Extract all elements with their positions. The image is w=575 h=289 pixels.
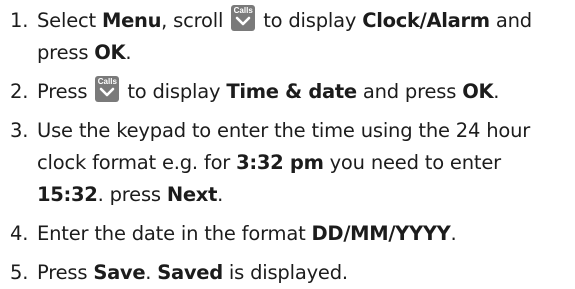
instruction-steps: 1. Select Menu, scroll Calls to display C… — [10, 5, 572, 289]
step-4: 4. Enter the date in the format DD/MM/YYY… — [10, 218, 572, 250]
step-text: . — [217, 183, 224, 206]
step-text: Enter the date in the format — [37, 222, 312, 245]
step-5: 5. Press Save. Saved is displayed. — [10, 257, 572, 289]
step-text: to display — [257, 9, 363, 32]
key-term-menu: Menu — [101, 9, 162, 32]
step-2: 2. Press Calls to display Time & date and… — [10, 76, 572, 108]
key-term-ok: OK — [94, 41, 126, 64]
step-text: to display — [121, 80, 227, 103]
step-text: . — [493, 80, 500, 103]
step-number: 1. — [10, 9, 29, 32]
calls-key-label: Calls — [233, 6, 253, 15]
step-number: 2. — [10, 80, 29, 103]
key-term-time-example: 3:32 pm — [236, 151, 324, 174]
step-text: and press — [356, 80, 463, 103]
step-text: is displayed. — [222, 261, 348, 284]
step-number: 4. — [10, 222, 29, 245]
step-text: . — [145, 261, 158, 284]
key-term-ok: OK — [462, 80, 494, 103]
key-term-saved: Saved — [157, 261, 223, 284]
calls-key-label: Calls — [97, 77, 117, 86]
chevron-down-icon — [235, 16, 251, 26]
key-term-clock-alarm: Clock/Alarm — [362, 9, 490, 32]
step-text: Select — [37, 9, 102, 32]
key-term-save: Save — [93, 261, 146, 284]
step-1: 1. Select Menu, scroll Calls to display C… — [10, 5, 572, 69]
step-text: you need to enter — [323, 151, 502, 174]
key-term-date-format: DD/MM/YYYY — [311, 222, 451, 245]
step-number: 5. — [10, 261, 29, 284]
key-term-time-date: Time & date — [226, 80, 357, 103]
step-text: Press — [37, 261, 94, 284]
step-text: , scroll — [161, 9, 230, 32]
chevron-down-icon — [100, 87, 115, 97]
step-3: 3. Use the keypad to enter the time using… — [10, 115, 572, 211]
calls-down-key-icon: Calls — [95, 76, 120, 102]
calls-down-key-icon: Calls — [231, 5, 256, 31]
step-number: 3. — [10, 119, 29, 142]
step-text: . — [450, 222, 457, 245]
step-text: . press — [97, 183, 167, 206]
key-term-24h-time: 15:32 — [37, 183, 98, 206]
step-text: . — [125, 41, 132, 64]
step-text: Press — [37, 80, 94, 103]
key-term-next: Next — [166, 183, 218, 206]
